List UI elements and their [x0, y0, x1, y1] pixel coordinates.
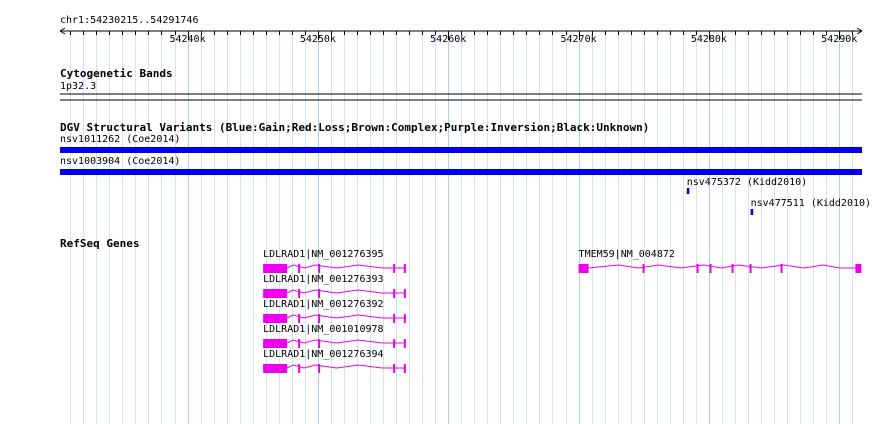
- gene-exon: [318, 364, 321, 373]
- gene-exon: [318, 339, 321, 348]
- ruler-tick-label: 54260k: [430, 34, 467, 45]
- dgv-feature-label[interactable]: nsv475372 (Kidd2010): [687, 177, 807, 189]
- genome-browser-view: [59, 27, 863, 424]
- gene-label[interactable]: LDLRAD1|NM_001010978: [263, 324, 383, 336]
- gene-exon: [298, 339, 301, 348]
- gene-exon: [263, 289, 288, 298]
- gene-exon: [318, 314, 321, 323]
- gene-exon: [731, 264, 734, 273]
- ruler-tick-label: 54290k: [821, 34, 858, 45]
- gene-label[interactable]: LDLRAD1|NM_001276395: [263, 249, 383, 261]
- gene-exon: [855, 264, 862, 273]
- gene-exon: [403, 364, 406, 373]
- gene-exon: [318, 264, 321, 273]
- gene-exon: [298, 264, 301, 273]
- gene-label[interactable]: LDLRAD1|NM_001276394: [263, 349, 383, 361]
- gene-exon: [709, 264, 712, 273]
- refseq-track-title: RefSeq Genes: [60, 237, 140, 250]
- gene-intron-line: [588, 264, 856, 269]
- dgv-track-title: DGV Structural Variants (Blue:Gain;Red:L…: [60, 121, 650, 134]
- gene-intron-line: [286, 339, 406, 344]
- dgv-feature-label[interactable]: nsv1011262 (Coe2014): [60, 134, 180, 146]
- gene-exon: [298, 314, 301, 323]
- dgv-feature-bar: [60, 147, 862, 153]
- ruler-tick-label: 54240k: [169, 34, 206, 45]
- gene-exon: [298, 289, 301, 298]
- dgv-feature-label[interactable]: nsv1003904 (Coe2014): [60, 156, 180, 168]
- gene-exon: [403, 339, 406, 348]
- ruler-tick-label: 54270k: [560, 34, 597, 45]
- gene-intron-line: [286, 264, 406, 269]
- cytoband-track-title: Cytogenetic Bands: [60, 67, 173, 80]
- gene-exon: [393, 364, 396, 373]
- dgv-feature-bar: [60, 169, 862, 175]
- gene-exon: [318, 289, 321, 298]
- gene-exon: [749, 264, 752, 273]
- ruler-location-label: chr1:54230215..54291746: [60, 15, 199, 26]
- gene-intron-line: [286, 289, 406, 294]
- gene-exon: [642, 264, 645, 273]
- dgv-feature-label[interactable]: nsv477511 (Kidd2010): [751, 198, 871, 210]
- gene-intron-line: [286, 314, 406, 319]
- gene-exon: [393, 314, 396, 323]
- gene-exon: [393, 289, 396, 298]
- gene-exon: [403, 289, 406, 298]
- ruler-tick-label: 54280k: [690, 34, 727, 45]
- grid-lines: [70, 31, 853, 424]
- gene-intron-line: [286, 364, 406, 369]
- gene-exon: [393, 264, 396, 273]
- gene-exon: [780, 264, 783, 273]
- gene-exon: [263, 314, 288, 323]
- gene-exon: [393, 339, 396, 348]
- gene-exon: [263, 339, 288, 348]
- gene-label[interactable]: LDLRAD1|NM_001276393: [263, 274, 383, 286]
- gene-label[interactable]: LDLRAD1|NM_001276392: [263, 299, 383, 311]
- gene-exon: [578, 264, 589, 273]
- gene-exon: [403, 314, 406, 323]
- ruler-tick-label: 54250k: [299, 34, 336, 45]
- gene-exon: [403, 264, 406, 273]
- gene-exon: [298, 364, 301, 373]
- gene-exon: [263, 364, 288, 373]
- cytoband-label: 1p32.3: [60, 81, 97, 92]
- gene-label[interactable]: TMEM59|NM_004872: [579, 249, 675, 261]
- gene-exon: [696, 264, 699, 273]
- gene-exon: [263, 264, 288, 273]
